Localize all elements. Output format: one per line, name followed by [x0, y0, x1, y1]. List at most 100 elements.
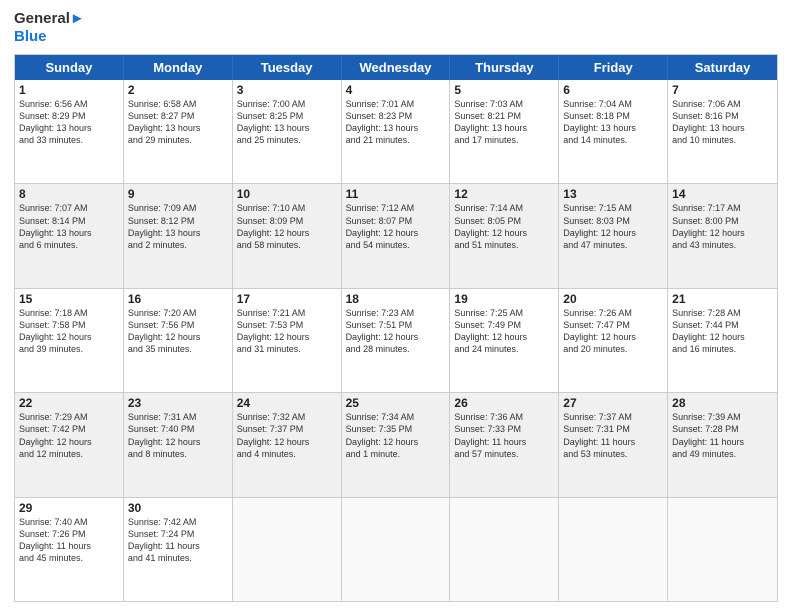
calendar-cell: 4Sunrise: 7:01 AMSunset: 8:23 PMDaylight… — [342, 80, 451, 183]
day-number: 17 — [237, 292, 337, 306]
calendar-cell: 26Sunrise: 7:36 AMSunset: 7:33 PMDayligh… — [450, 393, 559, 496]
cell-text: Sunrise: 7:26 AMSunset: 7:47 PMDaylight:… — [563, 307, 663, 356]
calendar-cell: 23Sunrise: 7:31 AMSunset: 7:40 PMDayligh… — [124, 393, 233, 496]
header-day: Wednesday — [342, 55, 451, 80]
calendar-cell — [450, 498, 559, 601]
day-number: 24 — [237, 396, 337, 410]
calendar-cell: 8Sunrise: 7:07 AMSunset: 8:14 PMDaylight… — [15, 184, 124, 287]
cell-text: Sunrise: 7:29 AMSunset: 7:42 PMDaylight:… — [19, 411, 119, 460]
cell-text: Sunrise: 7:37 AMSunset: 7:31 PMDaylight:… — [563, 411, 663, 460]
cell-text: Sunrise: 7:39 AMSunset: 7:28 PMDaylight:… — [672, 411, 773, 460]
day-number: 1 — [19, 83, 119, 97]
calendar-row: 22Sunrise: 7:29 AMSunset: 7:42 PMDayligh… — [15, 393, 777, 497]
header-day: Sunday — [15, 55, 124, 80]
cell-text: Sunrise: 7:12 AMSunset: 8:07 PMDaylight:… — [346, 202, 446, 251]
day-number: 4 — [346, 83, 446, 97]
day-number: 16 — [128, 292, 228, 306]
calendar-row: 15Sunrise: 7:18 AMSunset: 7:58 PMDayligh… — [15, 289, 777, 393]
cell-text: Sunrise: 7:15 AMSunset: 8:03 PMDaylight:… — [563, 202, 663, 251]
cell-text: Sunrise: 7:20 AMSunset: 7:56 PMDaylight:… — [128, 307, 228, 356]
calendar-cell: 18Sunrise: 7:23 AMSunset: 7:51 PMDayligh… — [342, 289, 451, 392]
day-number: 14 — [672, 187, 773, 201]
calendar-cell: 27Sunrise: 7:37 AMSunset: 7:31 PMDayligh… — [559, 393, 668, 496]
cell-text: Sunrise: 7:34 AMSunset: 7:35 PMDaylight:… — [346, 411, 446, 460]
cell-text: Sunrise: 7:07 AMSunset: 8:14 PMDaylight:… — [19, 202, 119, 251]
cell-text: Sunrise: 6:58 AMSunset: 8:27 PMDaylight:… — [128, 98, 228, 147]
calendar-cell: 30Sunrise: 7:42 AMSunset: 7:24 PMDayligh… — [124, 498, 233, 601]
cell-text: Sunrise: 6:56 AMSunset: 8:29 PMDaylight:… — [19, 98, 119, 147]
calendar-header: SundayMondayTuesdayWednesdayThursdayFrid… — [15, 55, 777, 80]
day-number: 8 — [19, 187, 119, 201]
header: General► Blue — [14, 10, 778, 46]
header-day: Tuesday — [233, 55, 342, 80]
calendar-cell: 24Sunrise: 7:32 AMSunset: 7:37 PMDayligh… — [233, 393, 342, 496]
day-number: 29 — [19, 501, 119, 515]
cell-text: Sunrise: 7:18 AMSunset: 7:58 PMDaylight:… — [19, 307, 119, 356]
day-number: 9 — [128, 187, 228, 201]
day-number: 7 — [672, 83, 773, 97]
cell-text: Sunrise: 7:40 AMSunset: 7:26 PMDaylight:… — [19, 516, 119, 565]
cell-text: Sunrise: 7:09 AMSunset: 8:12 PMDaylight:… — [128, 202, 228, 251]
calendar-body: 1Sunrise: 6:56 AMSunset: 8:29 PMDaylight… — [15, 80, 777, 601]
calendar-cell: 6Sunrise: 7:04 AMSunset: 8:18 PMDaylight… — [559, 80, 668, 183]
cell-text: Sunrise: 7:14 AMSunset: 8:05 PMDaylight:… — [454, 202, 554, 251]
header-day: Friday — [559, 55, 668, 80]
cell-text: Sunrise: 7:03 AMSunset: 8:21 PMDaylight:… — [454, 98, 554, 147]
cell-text: Sunrise: 7:23 AMSunset: 7:51 PMDaylight:… — [346, 307, 446, 356]
calendar-cell: 7Sunrise: 7:06 AMSunset: 8:16 PMDaylight… — [668, 80, 777, 183]
day-number: 25 — [346, 396, 446, 410]
calendar-cell — [233, 498, 342, 601]
day-number: 20 — [563, 292, 663, 306]
day-number: 6 — [563, 83, 663, 97]
cell-text: Sunrise: 7:25 AMSunset: 7:49 PMDaylight:… — [454, 307, 554, 356]
day-number: 15 — [19, 292, 119, 306]
day-number: 10 — [237, 187, 337, 201]
header-day: Saturday — [668, 55, 777, 80]
calendar-cell: 5Sunrise: 7:03 AMSunset: 8:21 PMDaylight… — [450, 80, 559, 183]
cell-text: Sunrise: 7:36 AMSunset: 7:33 PMDaylight:… — [454, 411, 554, 460]
cell-text: Sunrise: 7:31 AMSunset: 7:40 PMDaylight:… — [128, 411, 228, 460]
day-number: 27 — [563, 396, 663, 410]
header-day: Monday — [124, 55, 233, 80]
cell-text: Sunrise: 7:01 AMSunset: 8:23 PMDaylight:… — [346, 98, 446, 147]
day-number: 3 — [237, 83, 337, 97]
calendar-cell: 9Sunrise: 7:09 AMSunset: 8:12 PMDaylight… — [124, 184, 233, 287]
day-number: 2 — [128, 83, 228, 97]
calendar-cell: 2Sunrise: 6:58 AMSunset: 8:27 PMDaylight… — [124, 80, 233, 183]
day-number: 18 — [346, 292, 446, 306]
calendar-cell: 19Sunrise: 7:25 AMSunset: 7:49 PMDayligh… — [450, 289, 559, 392]
calendar-cell: 13Sunrise: 7:15 AMSunset: 8:03 PMDayligh… — [559, 184, 668, 287]
cell-text: Sunrise: 7:21 AMSunset: 7:53 PMDaylight:… — [237, 307, 337, 356]
day-number: 28 — [672, 396, 773, 410]
cell-text: Sunrise: 7:00 AMSunset: 8:25 PMDaylight:… — [237, 98, 337, 147]
calendar-cell: 16Sunrise: 7:20 AMSunset: 7:56 PMDayligh… — [124, 289, 233, 392]
header-day: Thursday — [450, 55, 559, 80]
day-number: 21 — [672, 292, 773, 306]
calendar-row: 8Sunrise: 7:07 AMSunset: 8:14 PMDaylight… — [15, 184, 777, 288]
calendar-cell: 14Sunrise: 7:17 AMSunset: 8:00 PMDayligh… — [668, 184, 777, 287]
day-number: 5 — [454, 83, 554, 97]
cell-text: Sunrise: 7:04 AMSunset: 8:18 PMDaylight:… — [563, 98, 663, 147]
calendar-cell: 20Sunrise: 7:26 AMSunset: 7:47 PMDayligh… — [559, 289, 668, 392]
page: General► Blue SundayMondayTuesdayWednesd… — [0, 0, 792, 612]
calendar-cell: 29Sunrise: 7:40 AMSunset: 7:26 PMDayligh… — [15, 498, 124, 601]
calendar-cell: 10Sunrise: 7:10 AMSunset: 8:09 PMDayligh… — [233, 184, 342, 287]
calendar-row: 29Sunrise: 7:40 AMSunset: 7:26 PMDayligh… — [15, 498, 777, 601]
cell-text: Sunrise: 7:28 AMSunset: 7:44 PMDaylight:… — [672, 307, 773, 356]
logo-text: General► Blue — [14, 10, 85, 46]
calendar-cell — [559, 498, 668, 601]
logo: General► Blue — [14, 10, 85, 46]
calendar-cell: 3Sunrise: 7:00 AMSunset: 8:25 PMDaylight… — [233, 80, 342, 183]
calendar: SundayMondayTuesdayWednesdayThursdayFrid… — [14, 54, 778, 602]
cell-text: Sunrise: 7:42 AMSunset: 7:24 PMDaylight:… — [128, 516, 228, 565]
cell-text: Sunrise: 7:17 AMSunset: 8:00 PMDaylight:… — [672, 202, 773, 251]
day-number: 19 — [454, 292, 554, 306]
cell-text: Sunrise: 7:32 AMSunset: 7:37 PMDaylight:… — [237, 411, 337, 460]
calendar-cell — [342, 498, 451, 601]
cell-text: Sunrise: 7:06 AMSunset: 8:16 PMDaylight:… — [672, 98, 773, 147]
calendar-cell: 12Sunrise: 7:14 AMSunset: 8:05 PMDayligh… — [450, 184, 559, 287]
calendar-cell: 21Sunrise: 7:28 AMSunset: 7:44 PMDayligh… — [668, 289, 777, 392]
day-number: 11 — [346, 187, 446, 201]
calendar-cell: 25Sunrise: 7:34 AMSunset: 7:35 PMDayligh… — [342, 393, 451, 496]
day-number: 23 — [128, 396, 228, 410]
